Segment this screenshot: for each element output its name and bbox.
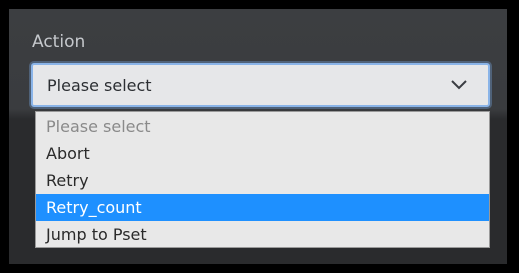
action-label: Action	[32, 32, 86, 52]
action-dropdown-list: Please select Abort Retry Retry_count Ju…	[35, 111, 490, 248]
select-current-value: Please select	[47, 76, 152, 95]
option-please-select[interactable]: Please select	[36, 113, 489, 140]
option-jump-to-pset[interactable]: Jump to Pset	[36, 221, 489, 248]
action-select[interactable]: Please select	[31, 63, 490, 107]
option-abort[interactable]: Abort	[36, 140, 489, 167]
option-retry-count[interactable]: Retry_count	[36, 194, 489, 221]
screenshot-frame: Action Please select Please select Abort…	[0, 0, 519, 273]
chevron-down-icon	[450, 77, 468, 91]
option-retry[interactable]: Retry	[36, 167, 489, 194]
